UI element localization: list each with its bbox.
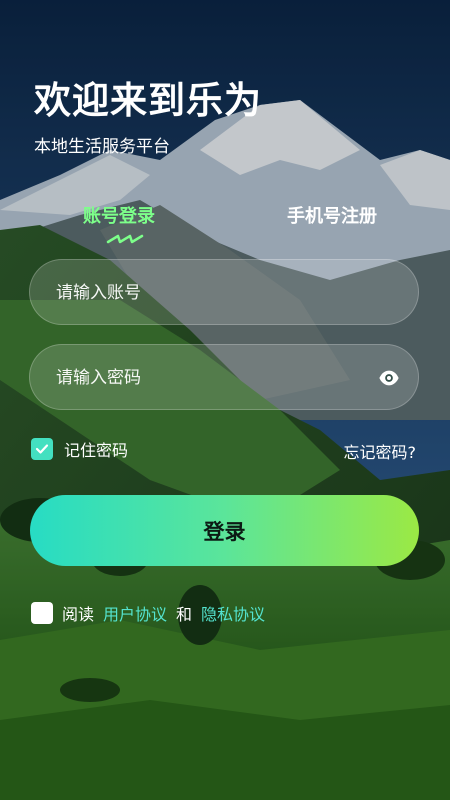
forgot-password-link[interactable]: 忘记密码? bbox=[344, 439, 417, 463]
agreement-prefix: 阅读 bbox=[62, 605, 95, 624]
remember-password[interactable]: 记住密码 bbox=[31, 437, 128, 461]
password-field bbox=[29, 344, 419, 411]
agreement-row: 阅读 用户协议 和 隐私协议 bbox=[31, 601, 265, 625]
page-title: 欢迎来到乐为 bbox=[34, 79, 262, 122]
tab-phone-register[interactable]: 手机号注册 bbox=[287, 202, 377, 228]
account-field bbox=[29, 259, 419, 326]
tab-account-login[interactable]: 账号登录 bbox=[83, 202, 155, 228]
agreement-conjunction: 和 bbox=[176, 605, 193, 624]
page-subtitle: 本地生活服务平台 bbox=[34, 137, 170, 157]
remember-checkbox[interactable] bbox=[31, 438, 53, 460]
password-input[interactable] bbox=[54, 345, 378, 411]
account-input[interactable] bbox=[54, 260, 378, 326]
privacy-policy-link[interactable]: 隐私协议 bbox=[201, 601, 265, 625]
login-button[interactable]: 登录 bbox=[30, 495, 419, 566]
user-agreement-link[interactable]: 用户协议 bbox=[103, 601, 167, 625]
agreement-checkbox[interactable] bbox=[31, 602, 53, 624]
remember-label: 记住密码 bbox=[64, 441, 129, 460]
active-tab-indicator bbox=[106, 234, 144, 244]
check-icon bbox=[35, 444, 49, 454]
eye-icon[interactable] bbox=[378, 367, 400, 389]
